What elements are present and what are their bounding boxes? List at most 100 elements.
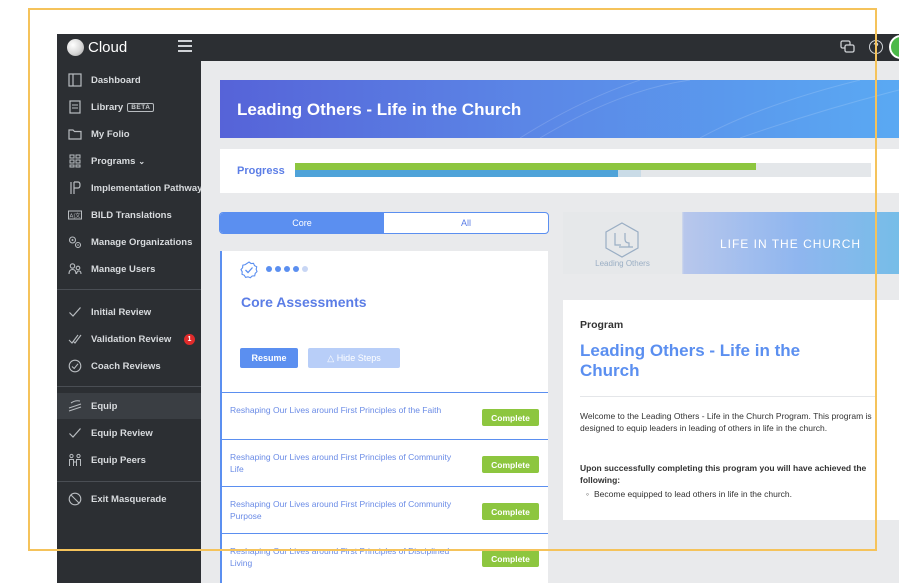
organizations-icon (68, 235, 82, 249)
sidebar-item-label: BILD Translations (91, 209, 172, 221)
sidebar-item-label: Programs (91, 155, 136, 167)
progress-bar-secondary-fill (295, 170, 618, 177)
progress-label: Progress (237, 165, 285, 177)
sidebar-item-equip-peers[interactable]: Equip Peers (57, 447, 201, 473)
tab-core[interactable]: Core (220, 213, 384, 233)
resume-button[interactable]: Resume (240, 348, 298, 368)
dashboard-icon (68, 73, 82, 87)
tab-all[interactable]: All (384, 213, 548, 233)
step-list: Reshaping Our Lives around First Princip… (222, 392, 548, 580)
sidebar-item-implementation-pathway[interactable]: Implementation Pathway (57, 175, 203, 201)
program-outcomes-heading: Upon successfully completing this progra… (580, 463, 867, 485)
sidebar-item-initial-review[interactable]: Initial Review (57, 299, 201, 325)
sidebar-item-label: Manage Organizations (91, 236, 193, 248)
beta-badge: BETA (127, 102, 155, 112)
list-item: Reshaping Our Lives around First Princip… (222, 486, 548, 533)
exit-icon (68, 492, 82, 506)
step-progress-dots (266, 266, 308, 272)
program-banner: Leading Others LIFE IN THE CHURCH (563, 212, 899, 274)
check-icon (68, 305, 82, 319)
step-title-link[interactable]: Reshaping Our Lives around First Princip… (230, 545, 460, 569)
folder-icon (68, 127, 82, 141)
sidebar-item-manage-users[interactable]: Manage Users (57, 256, 201, 282)
top-bar: Cloud ? (57, 34, 899, 61)
sidebar-item-dashboard[interactable]: Dashboard (57, 67, 201, 93)
sidebar-item-label: Equip Review (91, 427, 153, 439)
program-hero: Leading Others - Life in the Church (220, 80, 899, 138)
sidebar-item-label: Manage Users (91, 263, 156, 275)
progress-bar (295, 163, 871, 177)
sidebar-item-equip[interactable]: Equip (57, 393, 201, 419)
sidebar-divider (57, 481, 201, 482)
help-icon[interactable]: ? (869, 40, 883, 54)
svg-text:A|文: A|文 (69, 212, 81, 220)
pathway-icon (68, 181, 82, 195)
complete-button[interactable]: Complete (482, 456, 539, 473)
notification-badge: 1 (184, 333, 195, 345)
filter-tabs: Core All (219, 212, 549, 234)
sidebar-item-label: Library (91, 101, 124, 113)
program-outcomes-list: Become equipped to lead others in life i… (594, 488, 886, 500)
users-icon (68, 262, 82, 276)
chat-icon[interactable] (840, 40, 855, 54)
brand-name: Cloud (88, 39, 128, 56)
sidebar-item-label: Implementation Pathway (91, 182, 203, 194)
list-item: Reshaping Our Lives around First Princip… (222, 439, 548, 486)
core-assessments-title: Core Assessments (241, 294, 367, 310)
sidebar-item-library[interactable]: Library BETA (57, 94, 201, 120)
progress-card: Progress (220, 149, 899, 193)
core-assessments-card: Core Assessments Resume △ Hide Steps Res… (220, 251, 548, 583)
program-description: Welcome to the Leading Others - Life in … (580, 411, 872, 433)
sidebar: Dashboard Library BETA My Folio Programs ⌄ (57, 61, 203, 583)
banner-subtitle: Leading Others (595, 259, 650, 268)
user-avatar[interactable] (889, 35, 899, 59)
sidebar-item-label: Initial Review (91, 306, 152, 318)
sidebar-item-my-folio[interactable]: My Folio (57, 121, 201, 147)
sidebar-item-label: Dashboard (91, 74, 141, 86)
sidebar-item-validation-review[interactable]: Validation Review 1 (57, 326, 201, 352)
program-info-card: Program Leading Others - Life in the Chu… (563, 300, 899, 520)
sidebar-item-label: Coach Reviews (91, 360, 161, 372)
step-title-link[interactable]: Reshaping Our Lives around First Princip… (230, 451, 460, 475)
complete-button[interactable]: Complete (482, 503, 539, 520)
sidebar-item-programs[interactable]: Programs ⌄ (57, 148, 201, 174)
sidebar-item-label: Validation Review (91, 333, 172, 345)
circle-check-icon (240, 261, 258, 279)
sidebar-item-exit-masquerade[interactable]: Exit Masquerade (57, 486, 201, 512)
sidebar-item-label: Exit Masquerade (91, 493, 167, 505)
complete-button[interactable]: Complete (482, 550, 539, 567)
step-title-link[interactable]: Reshaping Our Lives around First Princip… (230, 404, 460, 416)
sidebar-item-label: Equip Peers (91, 454, 146, 466)
equip-icon (68, 399, 82, 413)
list-item: Reshaping Our Lives around First Princip… (222, 533, 548, 580)
hide-steps-button[interactable]: △ Hide Steps (308, 348, 400, 368)
chevron-down-icon: ⌄ (138, 156, 146, 166)
sidebar-item-manage-organizations[interactable]: Manage Organizations (57, 229, 201, 255)
hamburger-menu-icon[interactable] (178, 40, 192, 54)
sidebar-divider (57, 386, 201, 387)
complete-button[interactable]: Complete (482, 409, 539, 426)
translate-icon: A|文 (68, 208, 82, 222)
peers-icon (68, 453, 82, 467)
banner-title: LIFE IN THE CHURCH (719, 237, 862, 251)
program-divider (580, 396, 876, 397)
app-window: Cloud ? Dashboard Library BETA My Folio … (57, 34, 899, 583)
step-title-link[interactable]: Reshaping Our Lives around First Princip… (230, 498, 460, 522)
sidebar-item-label: My Folio (91, 128, 130, 140)
programs-icon (68, 154, 82, 168)
library-icon (68, 100, 82, 114)
check-icon (68, 426, 82, 440)
leading-others-icon (605, 222, 639, 258)
page-title: Leading Others - Life in the Church (237, 100, 522, 119)
main-content: Leading Others - Life in the Church Prog… (201, 61, 899, 583)
sidebar-divider (57, 289, 201, 290)
list-item: Become equipped to lead others in life i… (594, 488, 886, 500)
sidebar-item-label: Equip (91, 400, 118, 412)
cloud-logo-icon (67, 39, 84, 56)
sidebar-item-equip-review[interactable]: Equip Review (57, 420, 201, 446)
sidebar-item-coach-reviews[interactable]: Coach Reviews (57, 353, 201, 379)
coach-check-icon (68, 359, 82, 373)
double-check-icon (68, 332, 82, 346)
progress-bar-primary-fill (295, 163, 756, 170)
sidebar-item-bild-translations[interactable]: A|文 BILD Translations (57, 202, 201, 228)
